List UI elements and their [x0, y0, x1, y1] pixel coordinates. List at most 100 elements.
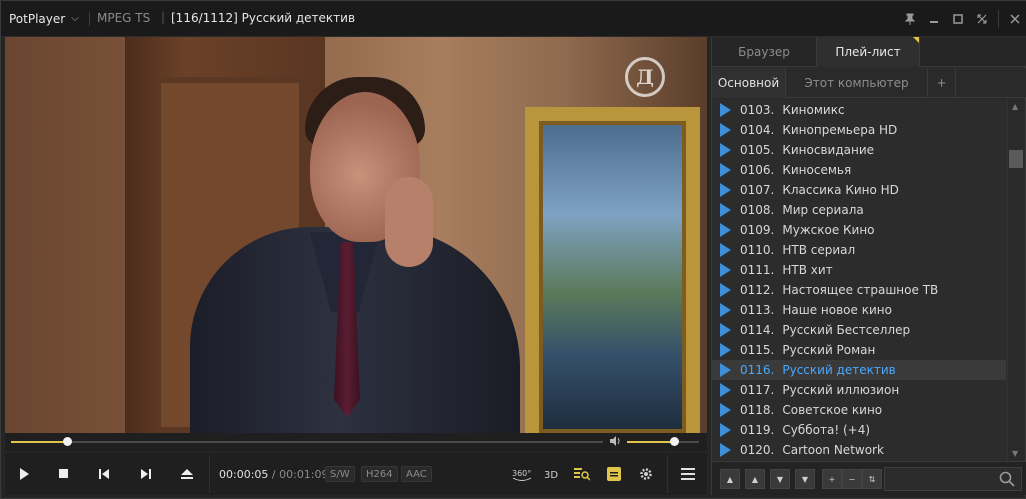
control-divider — [667, 455, 668, 493]
playlist-item-title: Киномикс — [782, 103, 845, 117]
playlist-item-number: 0109. — [740, 223, 775, 237]
prev-icon[interactable] — [94, 463, 116, 485]
playlist-item[interactable]: 0118. Советское кино — [712, 400, 1006, 420]
menu-icon[interactable] — [677, 463, 699, 485]
stop-icon[interactable] — [53, 463, 75, 485]
scrollbar-thumb[interactable] — [1009, 150, 1023, 168]
playlist-item-number: 0106. — [740, 163, 775, 177]
video-area[interactable]: Д — [5, 37, 707, 433]
maximize-icon[interactable] — [946, 7, 970, 31]
playlist: 0103. Киномикс 0104. Кинопремьера HD 0105. Ки… — [712, 100, 1006, 460]
tab-browser[interactable]: Браузер — [712, 37, 816, 67]
3d-icon[interactable]: 3D — [541, 463, 563, 485]
playlist-item[interactable]: 0114. Русский Бестселлер — [712, 320, 1006, 340]
playlist-subtabs: Основной Этот компьютер + — [712, 68, 1026, 98]
move-bottom-button[interactable]: ▼ — [795, 469, 815, 489]
eject-icon[interactable] — [176, 463, 198, 485]
volume-handle[interactable] — [669, 437, 679, 446]
playlist-item[interactable]: 0116. Русский детектив — [712, 360, 1006, 380]
playlist-item[interactable]: 0110. НТВ сериал — [712, 240, 1006, 260]
playlist-item-title: Cartoon Network — [782, 443, 884, 457]
panel-tabs: Браузер Плей-лист — [712, 37, 1026, 67]
playlist-item[interactable]: 0109. Мужское Кино — [712, 220, 1006, 240]
move-up-button[interactable]: ▲ — [745, 469, 765, 489]
playlist-item[interactable]: 0104. Кинопремьера HD — [712, 120, 1006, 140]
playlist-item-title: Мужское Кино — [782, 223, 875, 237]
playlist-item-number: 0114. — [740, 323, 775, 337]
playlist-item-number: 0105. — [740, 143, 775, 157]
volume-slider[interactable] — [627, 437, 699, 446]
subtab-this-computer[interactable]: Этот компьютер — [786, 68, 928, 98]
playlist-item-number: 0112. — [740, 283, 775, 297]
playlist-item[interactable]: 0108. Мир сериала — [712, 200, 1006, 220]
playlist-item[interactable]: 0120. Cartoon Network — [712, 440, 1006, 460]
playlist-search-icon[interactable] — [571, 463, 593, 485]
next-icon[interactable] — [135, 463, 157, 485]
playlist-item[interactable]: 0107. Классика Кино HD — [712, 180, 1006, 200]
playlist-item-number: 0113. — [740, 303, 775, 317]
search-icon[interactable] — [999, 471, 1015, 487]
playlist-item[interactable]: 0103. Киномикс — [712, 100, 1006, 120]
scroll-up-icon[interactable]: ▲ — [1012, 102, 1018, 111]
playlist-item-number: 0104. — [740, 123, 775, 137]
total-duration: 00:01:09 — [279, 468, 329, 481]
fullscreen-icon[interactable] — [970, 7, 994, 31]
decoder-badge[interactable]: S/W — [325, 466, 355, 482]
playlist-item[interactable]: 0115. Русский Роман — [712, 340, 1006, 360]
playlist-item[interactable]: 0112. Настоящее страшное ТВ — [712, 280, 1006, 300]
play-icon — [720, 443, 731, 457]
seek-bar-handle[interactable] — [63, 437, 73, 446]
move-down-button[interactable]: ▼ — [770, 469, 790, 489]
add-subtab-button[interactable]: + — [928, 68, 956, 98]
subtitle-icon[interactable] — [603, 463, 625, 485]
seek-bar-progress — [11, 441, 68, 443]
minimize-icon[interactable] — [922, 7, 946, 31]
playlist-item-title: Русский Бестселлер — [782, 323, 911, 337]
play-icon — [720, 323, 731, 337]
playlist-item-title: Кинопремьера HD — [782, 123, 898, 137]
audio-codec-badge[interactable]: AAC — [401, 466, 432, 482]
tab-playlist[interactable]: Плей-лист — [816, 37, 920, 67]
playlist-item[interactable]: 0111. НТВ хит — [712, 260, 1006, 280]
playlist-item-number: 0107. — [740, 183, 775, 197]
play-icon — [720, 223, 731, 237]
vr360-icon[interactable]: 360° — [509, 463, 535, 485]
playlist-item-number: 0117. — [740, 383, 775, 397]
playlist-scrollbar[interactable]: ▲ ▼ — [1007, 100, 1024, 460]
seek-bar[interactable] — [11, 437, 603, 446]
add-item-button[interactable]: + — [822, 469, 842, 489]
playlist-item[interactable]: 0106. Киносемья — [712, 160, 1006, 180]
time-display[interactable]: 00:00:05 / 00:01:09 — [219, 468, 329, 481]
control-bar: 00:00:05 / 00:01:09 S/W H264 AAC 360° 3D — [5, 453, 707, 495]
media-title: [116/1112] Русский детектив — [171, 11, 356, 25]
pin-icon[interactable] — [898, 7, 922, 31]
scroll-down-icon[interactable]: ▼ — [1012, 449, 1018, 458]
sort-button[interactable]: ⇅ — [862, 469, 882, 489]
remove-item-button[interactable]: − — [842, 469, 862, 489]
play-icon — [720, 263, 731, 277]
playlist-item[interactable]: 0117. Русский иллюзион — [712, 380, 1006, 400]
playlist-item-number: 0111. — [740, 263, 775, 277]
play-icon[interactable] — [13, 463, 35, 485]
playlist-item[interactable]: 0119. Суббота! (+4) — [712, 420, 1006, 440]
speaker-icon[interactable] — [609, 436, 621, 449]
play-icon — [720, 183, 731, 197]
play-icon — [720, 203, 731, 217]
playlist-item-number: 0115. — [740, 343, 775, 357]
playlist-item-title: Мир сериала — [782, 203, 864, 217]
playlist-item-title: Русский Роман — [782, 343, 876, 357]
move-top-button[interactable]: ▲ — [720, 469, 740, 489]
title-divider — [89, 12, 90, 26]
close-icon[interactable] — [1003, 7, 1026, 31]
app-menu-button[interactable]: PotPlayer ⌵ — [9, 9, 91, 29]
play-icon — [720, 143, 731, 157]
gear-icon[interactable] — [635, 463, 657, 485]
playlist-item[interactable]: 0113. Наше новое кино — [712, 300, 1006, 320]
playlist-item[interactable]: 0105. Киносвидание — [712, 140, 1006, 160]
subtab-main[interactable]: Основной — [712, 68, 786, 98]
playlist-search-input[interactable] — [884, 467, 1022, 491]
playlist-item-title: Советское кино — [782, 403, 883, 417]
volume-level — [627, 441, 674, 443]
play-icon — [720, 363, 731, 377]
video-codec-badge[interactable]: H264 — [361, 466, 398, 482]
